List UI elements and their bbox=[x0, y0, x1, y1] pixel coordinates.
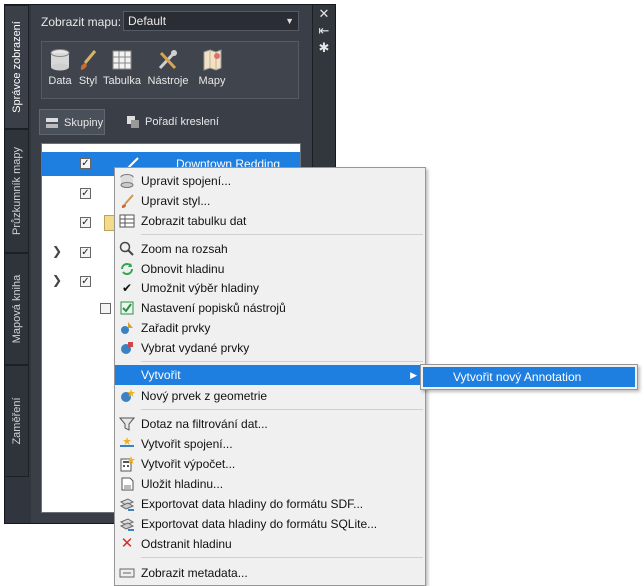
tab-map-explorer[interactable]: Průzkumník mapy bbox=[5, 129, 29, 253]
checkbox-icon bbox=[120, 301, 134, 315]
menu-separator bbox=[141, 409, 423, 410]
join-icon bbox=[120, 437, 134, 447]
select-features-icon bbox=[121, 342, 133, 354]
group-visibility-checkbox[interactable]: ✓ bbox=[80, 247, 91, 258]
new-feature-icon bbox=[121, 389, 135, 402]
database-icon bbox=[50, 49, 70, 71]
tab-draw-order[interactable]: Pořadí kreslení bbox=[121, 109, 265, 135]
menu-item-create-annotation[interactable]: Vytvořit nový Annotation bbox=[423, 367, 635, 387]
style-button-label: Styl bbox=[78, 75, 98, 87]
menu-item-classify-features[interactable]: Zařadit prvky bbox=[115, 318, 425, 338]
menu-item-tooltip-settings[interactable]: Nastavení popisků nástrojů bbox=[115, 298, 425, 318]
map-select[interactable]: Default ▼ bbox=[123, 11, 299, 31]
vertical-tab-strip: Správce zobrazení Průzkumník mapy Mapová… bbox=[5, 5, 31, 523]
map-icon bbox=[203, 49, 222, 71]
menu-item-export-sdf[interactable]: Exportovat data hladiny do formátu SDF..… bbox=[115, 494, 425, 514]
tab-groups[interactable]: Skupiny bbox=[39, 109, 105, 135]
menu-item-create[interactable]: Vytvořit ▶ bbox=[115, 365, 425, 385]
classify-icon bbox=[121, 322, 133, 334]
menu-item-create-join[interactable]: Vytvořit spojení... bbox=[115, 434, 425, 454]
style-button[interactable]: Styl bbox=[76, 46, 100, 98]
menu-item-edit-connection[interactable]: Upravit spojení... bbox=[115, 171, 425, 191]
export-icon bbox=[119, 498, 135, 511]
layer-view-tabs: Skupiny Pořadí kreslení bbox=[39, 109, 299, 135]
data-button-label: Data bbox=[48, 75, 72, 87]
refresh-icon bbox=[121, 263, 133, 275]
map-select-value: Default bbox=[128, 14, 167, 28]
brush-icon bbox=[80, 50, 97, 70]
menu-item-select-issued-features[interactable]: Vybrat vydané prvky bbox=[115, 338, 425, 358]
menu-item-filter-query[interactable]: Dotaz na filtrování dat... bbox=[115, 414, 425, 434]
chevron-right-icon: ▶ bbox=[410, 370, 417, 380]
menu-item-remove-layer[interactable]: ✕ Odstranit hladinu bbox=[115, 534, 425, 554]
chevron-down-icon[interactable]: ❯ bbox=[52, 244, 62, 258]
tools-icon bbox=[158, 50, 177, 70]
groups-icon bbox=[46, 118, 58, 128]
create-submenu: Vytvořit nový Annotation bbox=[420, 364, 638, 390]
metadata-icon bbox=[119, 568, 135, 578]
checkmark-icon: ✔ bbox=[121, 281, 133, 295]
menu-item-create-calculation[interactable]: Vytvořit výpočet... bbox=[115, 454, 425, 474]
tools-button[interactable]: Nástroje bbox=[146, 46, 190, 98]
menu-item-edit-style[interactable]: Upravit styl... bbox=[115, 191, 425, 211]
table-button-label: Tabulka bbox=[103, 75, 141, 87]
menu-item-refresh-layer[interactable]: Obnovit hladinu bbox=[115, 259, 425, 279]
menu-item-show-metadata[interactable]: Zobrazit metadata... bbox=[115, 563, 425, 583]
layer-visibility-checkbox[interactable]: ✓ bbox=[80, 217, 91, 228]
filter-icon bbox=[119, 417, 135, 431]
menu-separator bbox=[141, 361, 423, 362]
layer-visibility-checkbox[interactable]: ✓ bbox=[80, 188, 91, 199]
chevron-down-icon[interactable]: ❯ bbox=[52, 273, 62, 287]
ribbon-toolbar: Data Styl Tabulka Nástroje Mapy bbox=[41, 41, 299, 99]
calculator-icon bbox=[120, 456, 135, 472]
brush-icon bbox=[121, 194, 134, 208]
delete-icon: ✕ bbox=[120, 535, 134, 552]
layer-context-menu: Upravit spojení... Upravit styl... Zobra… bbox=[114, 167, 426, 586]
group-visibility-checkbox[interactable]: ✓ bbox=[80, 276, 91, 287]
maps-button-label: Mapy bbox=[198, 75, 226, 87]
table-icon bbox=[112, 50, 132, 70]
save-layer-icon bbox=[121, 477, 134, 491]
menu-item-new-feature-from-geometry[interactable]: Nový prvek z geometrie bbox=[115, 386, 425, 406]
export-icon bbox=[119, 518, 135, 531]
map-label: Zobrazit mapu: bbox=[41, 15, 122, 29]
tab-groups-label: Skupiny bbox=[64, 117, 104, 129]
menu-separator bbox=[141, 234, 423, 235]
table-icon bbox=[119, 214, 135, 228]
settings-icon[interactable]: ✱ bbox=[313, 39, 335, 56]
tab-map-book[interactable]: Mapová kniha bbox=[5, 253, 29, 365]
data-button[interactable]: Data bbox=[46, 46, 74, 98]
menu-item-show-data-table[interactable]: Zobrazit tabulku dat bbox=[115, 211, 425, 231]
maps-button[interactable]: Mapy bbox=[194, 46, 230, 98]
chevron-down-icon: ▼ bbox=[285, 16, 294, 26]
tab-survey[interactable]: Zaměření bbox=[5, 365, 29, 477]
collapse-icon[interactable]: ⇤ bbox=[313, 22, 335, 39]
tools-button-label: Nástroje bbox=[147, 75, 189, 87]
menu-item-zoom-extent[interactable]: Zoom na rozsah bbox=[115, 239, 425, 259]
database-icon bbox=[120, 174, 134, 188]
tab-display-manager[interactable]: Správce zobrazení bbox=[5, 5, 29, 129]
tab-draw-order-label: Pořadí kreslení bbox=[145, 116, 219, 128]
menu-item-enable-layer-selection[interactable]: ✔ Umožnit výběr hladiny bbox=[115, 278, 425, 298]
menu-separator bbox=[141, 557, 423, 558]
menu-item-export-sqlite[interactable]: Exportovat data hladiny do formátu SQLit… bbox=[115, 514, 425, 534]
layer-visibility-checkbox[interactable]: ✓ bbox=[80, 158, 91, 169]
table-button[interactable]: Tabulka bbox=[102, 46, 142, 98]
close-icon[interactable]: ✕ bbox=[313, 5, 335, 22]
draw-order-icon bbox=[127, 116, 139, 128]
layer-visibility-checkbox[interactable] bbox=[100, 303, 111, 314]
zoom-icon bbox=[119, 241, 134, 256]
menu-item-save-layer[interactable]: Uložit hladinu... bbox=[115, 474, 425, 494]
